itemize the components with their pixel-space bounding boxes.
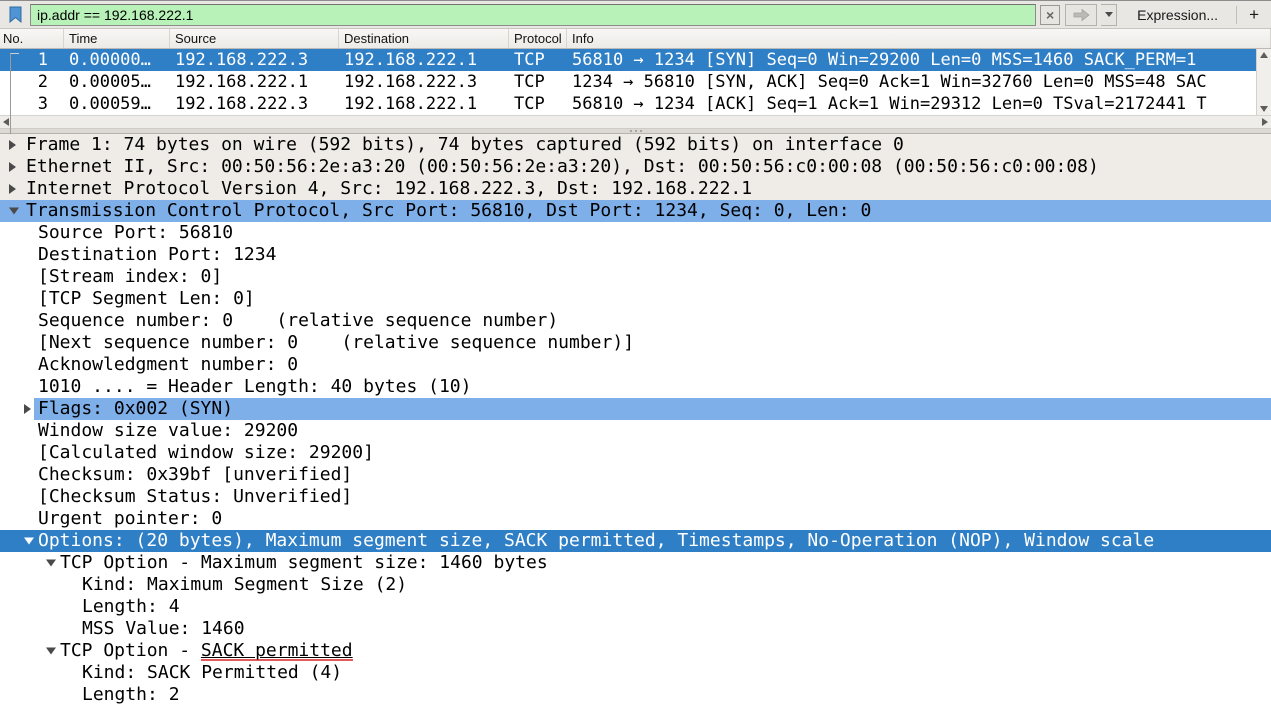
scroll-down-icon[interactable] [1260,106,1268,112]
sack-option-prefix: TCP Option - [60,640,201,661]
cell-protocol: TCP [509,49,567,71]
column-header-info[interactable]: Info [567,29,1271,48]
expander-expanded-icon[interactable] [9,208,19,215]
detail-row-mss-value[interactable]: MSS Value: 1460 [0,618,1271,640]
cell-protocol: TCP [509,71,567,93]
wireshark-window: ip.addr == 192.168.222.1 × Expression...… [0,0,1271,705]
packet-row-1[interactable]: 1 0.00000… 192.168.222.3 192.168.222.1 T… [0,49,1271,71]
detail-row-stream-index[interactable]: [Stream index: 0] [0,266,1271,288]
chevron-down-icon [1105,12,1113,17]
clear-filter-button[interactable]: × [1040,5,1060,25]
cell-time: 0.00000… [64,49,170,71]
detail-row-acknowledgment-number[interactable]: Acknowledgment number: 0 [0,354,1271,376]
detail-row-ip[interactable]: Internet Protocol Version 4, Src: 192.16… [0,178,1271,200]
detail-row-mss-length[interactable]: Length: 4 [0,596,1271,618]
cell-source: 192.168.222.1 [170,71,339,93]
clear-icon: × [1046,7,1054,23]
detail-row-tcp-option-sack[interactable]: TCP Option - SACK permitted [0,640,1271,662]
scroll-left-icon[interactable] [3,118,9,126]
packet-row-3[interactable]: 3 0.00059… 192.168.222.3 192.168.222.1 T… [0,93,1271,115]
column-header-no[interactable]: No. [0,29,64,48]
expander-expanded-icon[interactable] [46,560,56,567]
display-filter-input[interactable]: ip.addr == 192.168.222.1 [30,4,1036,26]
packet-details-pane: Frame 1: 74 bytes on wire (592 bits), 74… [0,134,1271,705]
apply-filter-button[interactable] [1065,4,1097,26]
bookmark-icon [8,6,23,23]
cell-destination: 192.168.222.3 [339,71,509,93]
column-header-destination[interactable]: Destination [339,29,509,48]
cell-protocol: TCP [509,93,567,115]
detail-row-next-sequence-number[interactable]: [Next sequence number: 0 (relative seque… [0,332,1271,354]
detail-row-window-size[interactable]: Window size value: 29200 [0,420,1271,442]
scroll-up-icon[interactable] [1260,52,1268,58]
packet-list-vertical-scrollbar[interactable] [1256,49,1271,115]
cell-no: 2 [0,71,64,93]
display-filter-toolbar: ip.addr == 192.168.222.1 × Expression...… [0,1,1271,29]
scroll-right-icon[interactable] [1262,118,1268,126]
cell-no: 3 [0,93,64,115]
filter-history-dropdown[interactable] [1101,4,1117,26]
detail-row-mss-kind[interactable]: Kind: Maximum Segment Size (2) [0,574,1271,596]
detail-row-sequence-number[interactable]: Sequence number: 0 (relative sequence nu… [0,310,1271,332]
expander-expanded-icon[interactable] [46,648,56,655]
filter-expression-text: ip.addr == 192.168.222.1 [37,5,1035,25]
toolbar-separator [1236,6,1237,24]
column-header-source[interactable]: Source [170,29,339,48]
detail-row-ethernet[interactable]: Ethernet II, Src: 00:50:56:2e:a3:20 (00:… [0,156,1271,178]
cell-source: 192.168.222.3 [170,49,339,71]
packet-list-header: No. Time Source Destination Protocol Inf… [0,29,1271,49]
apply-arrow-icon [1073,8,1090,22]
packet-list-horizontal-scrollbar[interactable] [0,115,1271,129]
cell-info: 56810 → 1234 [ACK] Seq=1 Ack=1 Win=29312… [567,93,1271,115]
expander-expanded-icon[interactable] [24,538,34,545]
expander-collapsed-icon[interactable] [9,162,16,172]
detail-row-sack-kind[interactable]: Kind: SACK Permitted (4) [0,662,1271,684]
bookmark-button[interactable] [4,4,26,26]
detail-row-flags[interactable]: Flags: 0x002 (SYN) [0,398,1271,420]
detail-row-sack-length[interactable]: Length: 2 [0,684,1271,705]
column-header-time[interactable]: Time [64,29,170,48]
detail-row-tcp[interactable]: Transmission Control Protocol, Src Port:… [0,200,1271,222]
detail-row-tcp-option-mss[interactable]: TCP Option - Maximum segment size: 1460 … [0,552,1271,574]
expression-button[interactable]: Expression... [1121,7,1232,23]
cell-info: 56810 → 1234 [SYN] Seq=0 Win=29200 Len=0… [567,49,1271,71]
expander-collapsed-icon[interactable] [24,404,31,414]
detail-row-options[interactable]: Options: (20 bytes), Maximum segment siz… [0,530,1271,552]
expander-collapsed-icon[interactable] [9,184,16,194]
detail-row-checksum-status[interactable]: [Checksum Status: Unverified] [0,486,1271,508]
detail-row-source-port[interactable]: Source Port: 56810 [0,222,1271,244]
detail-row-header-length[interactable]: 1010 .... = Header Length: 40 bytes (10) [0,376,1271,398]
cell-destination: 192.168.222.1 [339,93,509,115]
detail-row-segment-len[interactable]: [TCP Segment Len: 0] [0,288,1271,310]
add-filter-button[interactable]: + [1241,5,1267,25]
packet-list: 1 0.00000… 192.168.222.3 192.168.222.1 T… [0,49,1271,115]
column-header-protocol[interactable]: Protocol [509,29,567,48]
detail-row-destination-port[interactable]: Destination Port: 1234 [0,244,1271,266]
detail-row-checksum[interactable]: Checksum: 0x39bf [unverified] [0,464,1271,486]
detail-row-frame[interactable]: Frame 1: 74 bytes on wire (592 bits), 74… [0,134,1271,156]
cell-destination: 192.168.222.1 [339,49,509,71]
detail-row-urgent-pointer[interactable]: Urgent pointer: 0 [0,508,1271,530]
sack-permitted-link[interactable]: SACK permitted [201,641,353,661]
detail-row-calculated-window-size[interactable]: [Calculated window size: 29200] [0,442,1271,464]
cell-source: 192.168.222.3 [170,93,339,115]
cell-time: 0.00059… [64,93,170,115]
expander-collapsed-icon[interactable] [9,140,16,150]
cell-info: 1234 → 56810 [SYN, ACK] Seq=0 Ack=1 Win=… [567,71,1271,93]
cell-no: 1 [0,49,64,71]
cell-time: 0.00005… [64,71,170,93]
packet-row-2[interactable]: 2 0.00005… 192.168.222.1 192.168.222.3 T… [0,71,1271,93]
